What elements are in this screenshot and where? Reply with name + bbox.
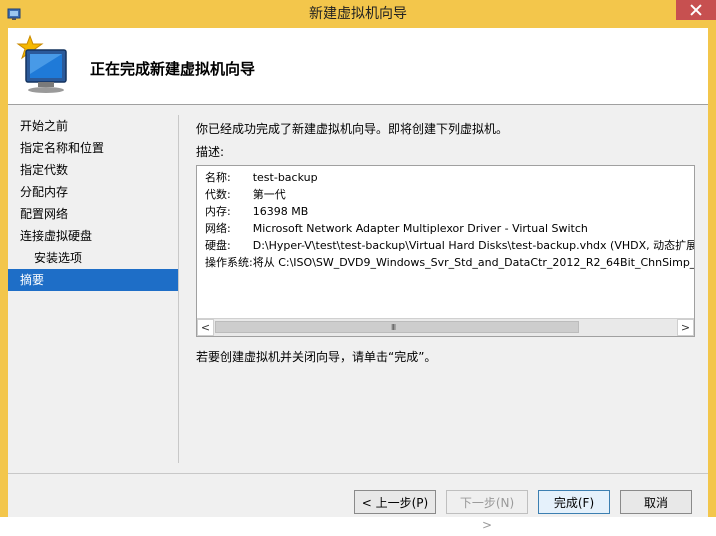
summary-value: test-backup — [252, 171, 318, 184]
intro-text: 你已经成功完成了新建虚拟机向导。即将创建下列虚拟机。 — [196, 122, 509, 136]
wizard-header: 正在完成新建虚拟机向导 — [8, 28, 708, 104]
finish-instruction: 若要创建虚拟机并关闭向导，请单击“完成”。 — [196, 350, 437, 364]
summary-row: 硬盘: D:\Hyper-V\test\test-backup\Virtual … — [205, 237, 695, 254]
scroll-right-button[interactable]: > — [677, 319, 694, 336]
nav-divider — [178, 115, 179, 463]
nav-item-virtual-disk[interactable]: 连接虚拟硬盘 — [8, 225, 178, 247]
summary-value: 将从 C:\ISO\SW_DVD9_Windows_Svr_Std_and_Da… — [252, 256, 695, 269]
summary-value: 16398 MB — [252, 205, 309, 218]
window-frame-left — [0, 28, 8, 517]
footer-divider — [8, 473, 708, 474]
nav-item-name-location[interactable]: 指定名称和位置 — [8, 137, 178, 159]
nav-item-install-options[interactable]: 安装选项 — [8, 247, 178, 269]
nav-item-memory[interactable]: 分配内存 — [8, 181, 178, 203]
nav-item-summary[interactable]: 摘要 — [8, 269, 178, 291]
summary-row: 代数: 第一代 — [205, 186, 694, 203]
nav-item-network[interactable]: 配置网络 — [8, 203, 178, 225]
finish-button[interactable]: 完成(F) — [538, 490, 610, 514]
summary-key: 网络: — [205, 222, 231, 235]
summary-row: 网络: Microsoft Network Adapter Multiplexo… — [205, 220, 694, 237]
scrollbar-grip-icon: III — [391, 323, 396, 332]
summary-textbox[interactable]: 名称: test-backup 代数: 第一代 内存: 16398 MB 网络:… — [196, 165, 695, 337]
wizard-steps-nav: 开始之前 指定名称和位置 指定代数 分配内存 配置网络 连接虚拟硬盘 安装选项 … — [8, 115, 178, 291]
summary-row: 内存: 16398 MB — [205, 203, 694, 220]
cancel-button[interactable]: 取消 — [620, 490, 692, 514]
scroll-left-button[interactable]: < — [197, 319, 214, 336]
back-button[interactable]: < 上一步(P) — [354, 490, 436, 514]
window-frame-right — [708, 28, 716, 517]
summary-row: 操作系统: 将从 C:\ISO\SW_DVD9_Windows_Svr_Std_… — [205, 254, 695, 271]
scrollbar-thumb[interactable]: III — [215, 321, 579, 333]
close-button[interactable] — [676, 0, 716, 20]
summary-key: 内存: — [205, 205, 231, 218]
summary-key: 代数: — [205, 188, 231, 201]
summary-key: 操作系统: — [205, 256, 253, 269]
horizontal-scrollbar[interactable]: < III > — [197, 318, 694, 336]
summary-row: 名称: test-backup — [205, 169, 694, 186]
summary-value: Microsoft Network Adapter Multiplexor Dr… — [252, 222, 588, 235]
wizard-body: 开始之前 指定名称和位置 指定代数 分配内存 配置网络 连接虚拟硬盘 安装选项 … — [8, 105, 708, 532]
window-title: 新建虚拟机向导 — [309, 6, 407, 22]
title-bar: 新建虚拟机向导 — [0, 0, 716, 28]
description-label: 描述: — [196, 145, 225, 159]
nav-item-generation[interactable]: 指定代数 — [8, 159, 178, 181]
summary-key: 硬盘: — [205, 239, 231, 252]
nav-item-before-you-begin[interactable]: 开始之前 — [8, 115, 178, 137]
summary-key: 名称: — [205, 171, 231, 184]
summary-table: 名称: test-backup 代数: 第一代 内存: 16398 MB 网络:… — [205, 169, 695, 271]
summary-value: D:\Hyper-V\test\test-backup\Virtual Hard… — [252, 239, 695, 252]
page-title: 正在完成新建虚拟机向导 — [90, 60, 256, 78]
next-button[interactable]: 下一步(N) > — [446, 490, 528, 532]
new-vm-wizard-icon — [16, 34, 67, 93]
summary-value: 第一代 — [252, 188, 286, 201]
